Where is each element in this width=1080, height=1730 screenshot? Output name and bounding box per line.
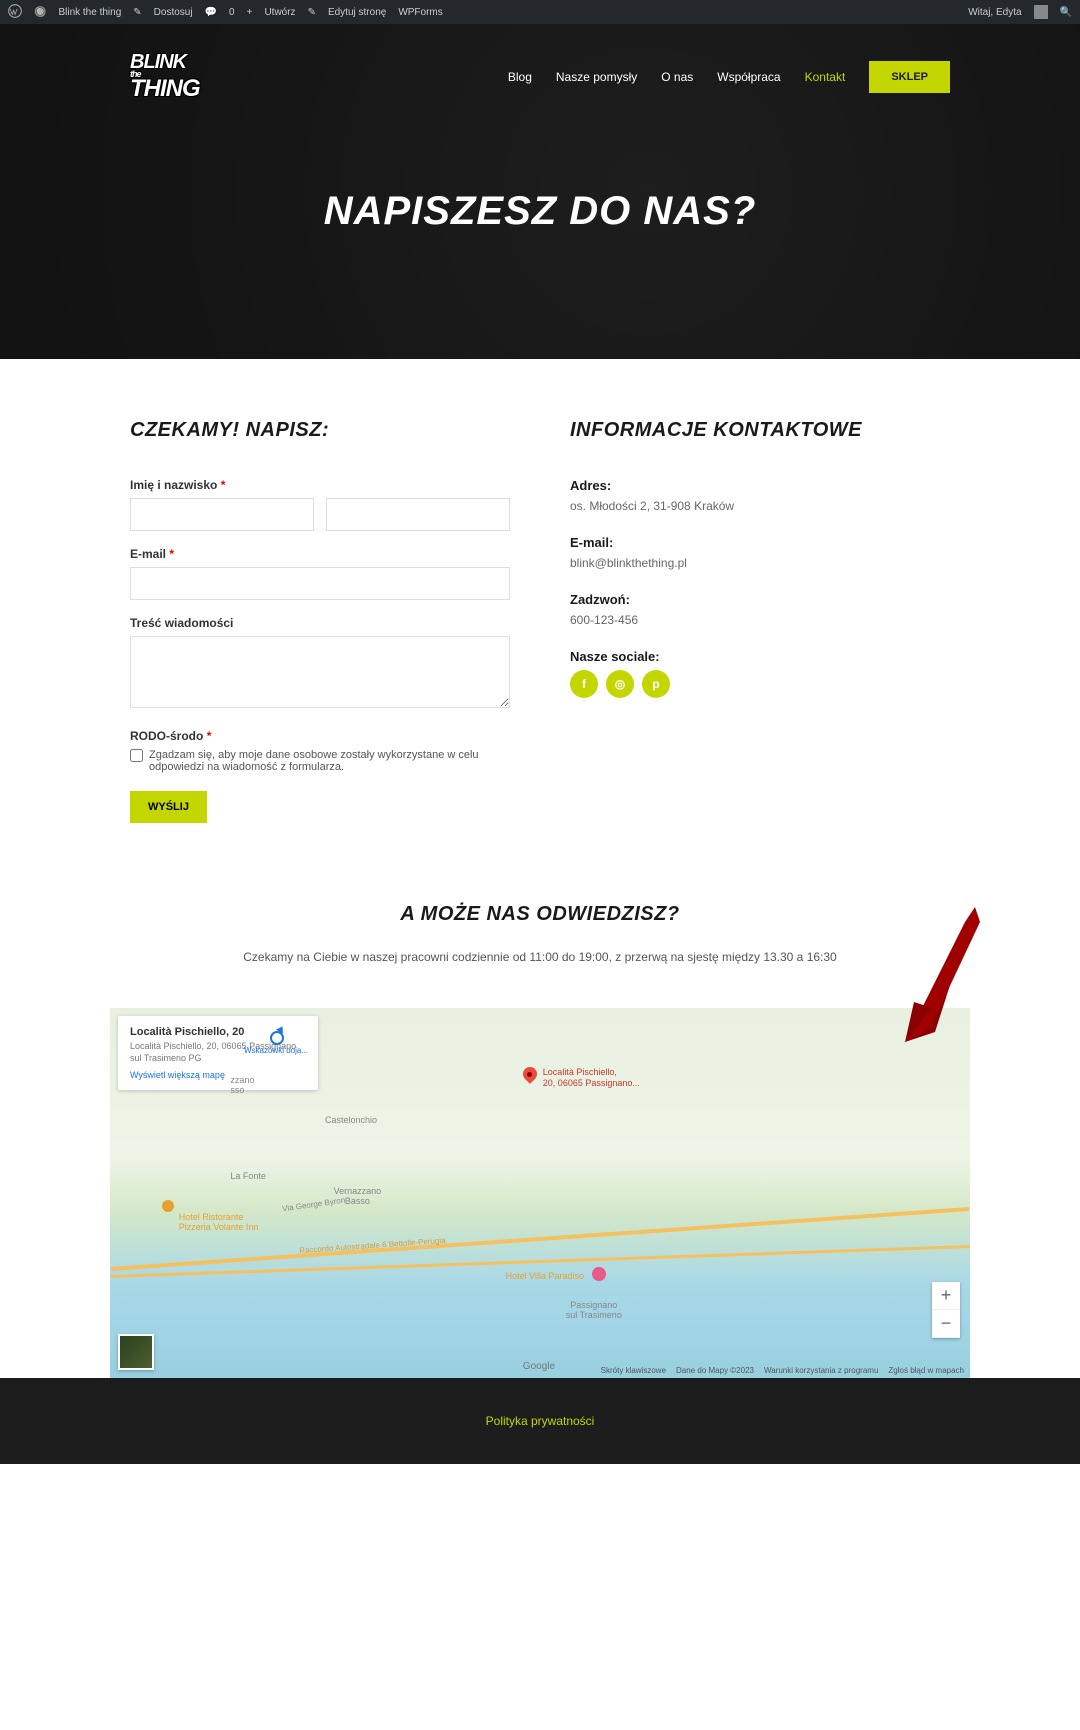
logo-line2: THING bbox=[130, 79, 200, 99]
map-label-lafonte: La Fonte bbox=[230, 1171, 266, 1181]
wp-logo-icon[interactable] bbox=[8, 4, 22, 21]
admin-comments-count[interactable]: 0 bbox=[229, 7, 235, 18]
social-icons: f ◎ p bbox=[570, 670, 950, 698]
admin-dashboard-icon[interactable]: 🔘 bbox=[34, 7, 46, 18]
rodo-label: RODO-środo * bbox=[130, 729, 510, 743]
phone-value: 600-123-456 bbox=[570, 613, 950, 627]
admin-wpforms-link[interactable]: WPForms bbox=[398, 7, 442, 18]
hero-title: NAPISZESZ DO NAS? bbox=[130, 189, 950, 234]
map-label-passignano: Passignano sul Trasimeno bbox=[566, 1300, 622, 1320]
nav-wspolpraca[interactable]: Współpraca bbox=[717, 70, 780, 84]
submit-button[interactable]: WYŚLIJ bbox=[130, 791, 207, 823]
rodo-text: Zgadzam się, aby moje dane osobowe zosta… bbox=[149, 749, 510, 773]
map-data-attribution: Dane do Mapy ©2023 bbox=[676, 1366, 754, 1375]
address-value: os. Młodości 2, 31-908 Kraków bbox=[570, 499, 950, 513]
instagram-icon[interactable]: ◎ bbox=[606, 670, 634, 698]
map-directions-link[interactable]: Wskazówki doja... bbox=[244, 1026, 308, 1055]
name-label: Imię i nazwisko * bbox=[130, 478, 510, 492]
map-embed[interactable]: Wskazówki doja... Località Pischiello, 2… bbox=[110, 1008, 970, 1378]
email-input[interactable] bbox=[130, 567, 510, 600]
info-email-value: blink@blinkthething.pl bbox=[570, 556, 950, 570]
main-content: CZEKAMY! NAPISZ: Imię i nazwisko * E-mai… bbox=[110, 359, 970, 863]
map-terms-link[interactable]: Warunki korzystania z programu bbox=[764, 1366, 878, 1375]
site-logo[interactable]: BLINK the THING bbox=[130, 54, 200, 99]
admin-site-link[interactable]: Blink the thing bbox=[58, 7, 121, 18]
message-textarea[interactable] bbox=[130, 636, 510, 708]
map-hotel2-pin-icon bbox=[592, 1267, 606, 1281]
privacy-link[interactable]: Polityka prywatności bbox=[486, 1414, 595, 1428]
admin-avatar-icon[interactable] bbox=[1034, 5, 1048, 19]
map-zoom-out[interactable]: − bbox=[932, 1310, 960, 1338]
map-label-road-byron: Via George Byron bbox=[282, 1196, 346, 1214]
rodo-checkbox[interactable] bbox=[130, 749, 143, 762]
shop-button[interactable]: SKLEP bbox=[869, 61, 950, 93]
map-zoom-controls: + − bbox=[932, 1282, 960, 1338]
pinterest-icon[interactable]: p bbox=[642, 670, 670, 698]
first-name-input[interactable] bbox=[130, 498, 314, 531]
map-report-link[interactable]: Zgłoś błąd w mapach bbox=[888, 1366, 964, 1375]
admin-comments-icon[interactable]: 💬 bbox=[205, 7, 217, 18]
map-label-castelonchio: Castelonchio bbox=[325, 1115, 377, 1125]
visit-section: A MOŻE NAS ODWIEDZISZ? Czekamy na Ciebie… bbox=[110, 863, 970, 1008]
form-column: CZEKAMY! NAPISZ: Imię i nazwisko * E-mai… bbox=[130, 419, 510, 823]
map-label-hotel2: Hotel Villa Paradiso bbox=[506, 1271, 584, 1281]
admin-search-icon[interactable]: 🔍 bbox=[1060, 7, 1072, 18]
map-satellite-toggle[interactable] bbox=[118, 1334, 154, 1370]
nav-onas[interactable]: O nas bbox=[661, 70, 693, 84]
map-footer-links: Skróty klawiszowe Dane do Mapy ©2023 War… bbox=[601, 1366, 964, 1375]
email-label: E-mail * bbox=[130, 547, 510, 561]
site-footer: Polityka prywatności bbox=[0, 1378, 1080, 1464]
last-name-input[interactable] bbox=[326, 498, 510, 531]
map-label-hotel1: Hotel Ristorante Pizzeria Volante Inn bbox=[179, 1212, 259, 1232]
nav-links: Blog Nasze pomysły O nas Współpraca Kont… bbox=[508, 61, 950, 93]
google-logo: Google bbox=[523, 1361, 555, 1372]
visit-heading: A MOŻE NAS ODWIEDZISZ? bbox=[130, 903, 950, 926]
form-heading: CZEKAMY! NAPISZ: bbox=[130, 419, 510, 442]
map-main-pin[interactable]: Località Pischiello, 20, 06065 Passignan… bbox=[523, 1067, 640, 1089]
info-column: INFORMACJE KONTAKTOWE Adres: os. Młodośc… bbox=[570, 419, 950, 823]
admin-new-icon[interactable]: + bbox=[247, 7, 253, 18]
map-shortcuts-link[interactable]: Skróty klawiszowe bbox=[601, 1366, 666, 1375]
nav-kontakt[interactable]: Kontakt bbox=[805, 70, 846, 84]
map-zoom-in[interactable]: + bbox=[932, 1282, 960, 1310]
nav-blog[interactable]: Blog bbox=[508, 70, 532, 84]
visit-subtitle: Czekamy na Ciebie w naszej pracowni codz… bbox=[130, 950, 950, 964]
directions-icon bbox=[267, 1026, 285, 1044]
map-hotel1-pin-icon bbox=[162, 1200, 174, 1212]
admin-customize-link[interactable]: Dostosuj bbox=[154, 7, 193, 18]
map-larger-link[interactable]: Wyświetl większą mapę bbox=[130, 1070, 306, 1080]
facebook-icon[interactable]: f bbox=[570, 670, 598, 698]
info-email-label: E-mail: bbox=[570, 535, 950, 550]
map-label-zzano: zzano sso bbox=[230, 1075, 254, 1095]
message-label: Treść wiadomości bbox=[130, 616, 510, 630]
social-label: Nasze sociale: bbox=[570, 649, 950, 664]
hero-section: BLINK the THING Blog Nasze pomysły O nas… bbox=[0, 24, 1080, 359]
admin-greeting[interactable]: Witaj, Edyta bbox=[968, 7, 1021, 18]
nav-pomysly[interactable]: Nasze pomysły bbox=[556, 70, 637, 84]
info-heading: INFORMACJE KONTAKTOWE bbox=[570, 419, 950, 442]
admin-customize-icon[interactable]: ✎ bbox=[133, 7, 141, 18]
admin-edit-icon[interactable]: ✎ bbox=[308, 7, 316, 18]
map-pin-label: Località Pischiello, 20, 06065 Passignan… bbox=[543, 1067, 640, 1089]
map-info-card: Wskazówki doja... Località Pischiello, 2… bbox=[118, 1016, 318, 1090]
admin-new-link[interactable]: Utwórz bbox=[264, 7, 295, 18]
admin-edit-link[interactable]: Edytuj stronę bbox=[328, 7, 386, 18]
phone-label: Zadzwoń: bbox=[570, 592, 950, 607]
map-pin-icon bbox=[523, 1067, 539, 1089]
address-label: Adres: bbox=[570, 478, 950, 493]
main-nav: BLINK the THING Blog Nasze pomysły O nas… bbox=[130, 24, 950, 129]
wp-admin-bar: 🔘 Blink the thing ✎ Dostosuj 💬 0 + Utwór… bbox=[0, 0, 1080, 24]
